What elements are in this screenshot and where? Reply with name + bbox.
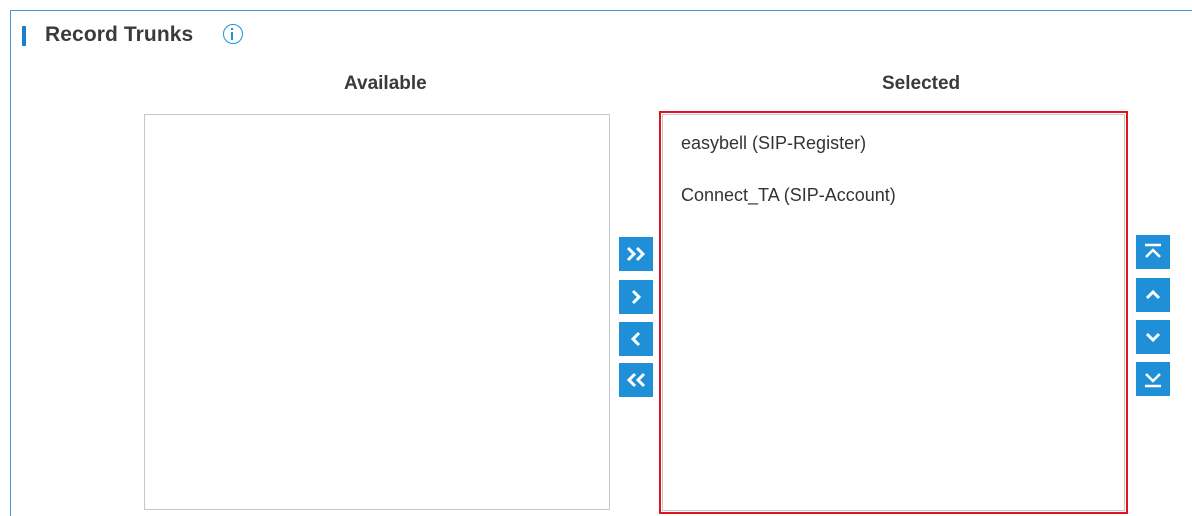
chevron-right-icon bbox=[631, 289, 642, 305]
move-right-button[interactable] bbox=[619, 280, 653, 314]
chevron-up-icon bbox=[1145, 289, 1161, 300]
move-all-left-button[interactable] bbox=[619, 363, 653, 397]
chevron-down-icon bbox=[1145, 332, 1161, 343]
double-chevron-left-icon bbox=[626, 372, 646, 388]
selected-list[interactable]: easybell (SIP-Register) Connect_TA (SIP-… bbox=[659, 111, 1128, 514]
move-all-right-button[interactable] bbox=[619, 237, 653, 271]
move-to-top-icon bbox=[1145, 243, 1161, 258]
move-to-bottom-icon bbox=[1145, 373, 1161, 388]
move-left-button[interactable] bbox=[619, 322, 653, 356]
chevron-left-icon bbox=[630, 331, 641, 347]
move-up-button[interactable] bbox=[1136, 278, 1170, 312]
move-bottom-button[interactable] bbox=[1136, 362, 1170, 396]
selected-option[interactable]: Connect_TA (SIP-Account) bbox=[681, 185, 896, 206]
double-chevron-right-icon bbox=[626, 246, 646, 262]
move-down-button[interactable] bbox=[1136, 320, 1170, 354]
info-icon[interactable] bbox=[223, 24, 243, 44]
selected-option[interactable]: easybell (SIP-Register) bbox=[681, 133, 866, 154]
section-title: Record Trunks bbox=[45, 23, 194, 46]
available-header: Available bbox=[344, 73, 427, 94]
selected-list-inner bbox=[662, 114, 1125, 511]
info-icon-stem bbox=[231, 32, 234, 40]
section-accent-bar bbox=[22, 26, 26, 46]
available-list[interactable] bbox=[144, 114, 610, 510]
info-icon-dot bbox=[231, 28, 234, 30]
selected-header: Selected bbox=[882, 73, 961, 94]
move-top-button[interactable] bbox=[1136, 235, 1170, 269]
